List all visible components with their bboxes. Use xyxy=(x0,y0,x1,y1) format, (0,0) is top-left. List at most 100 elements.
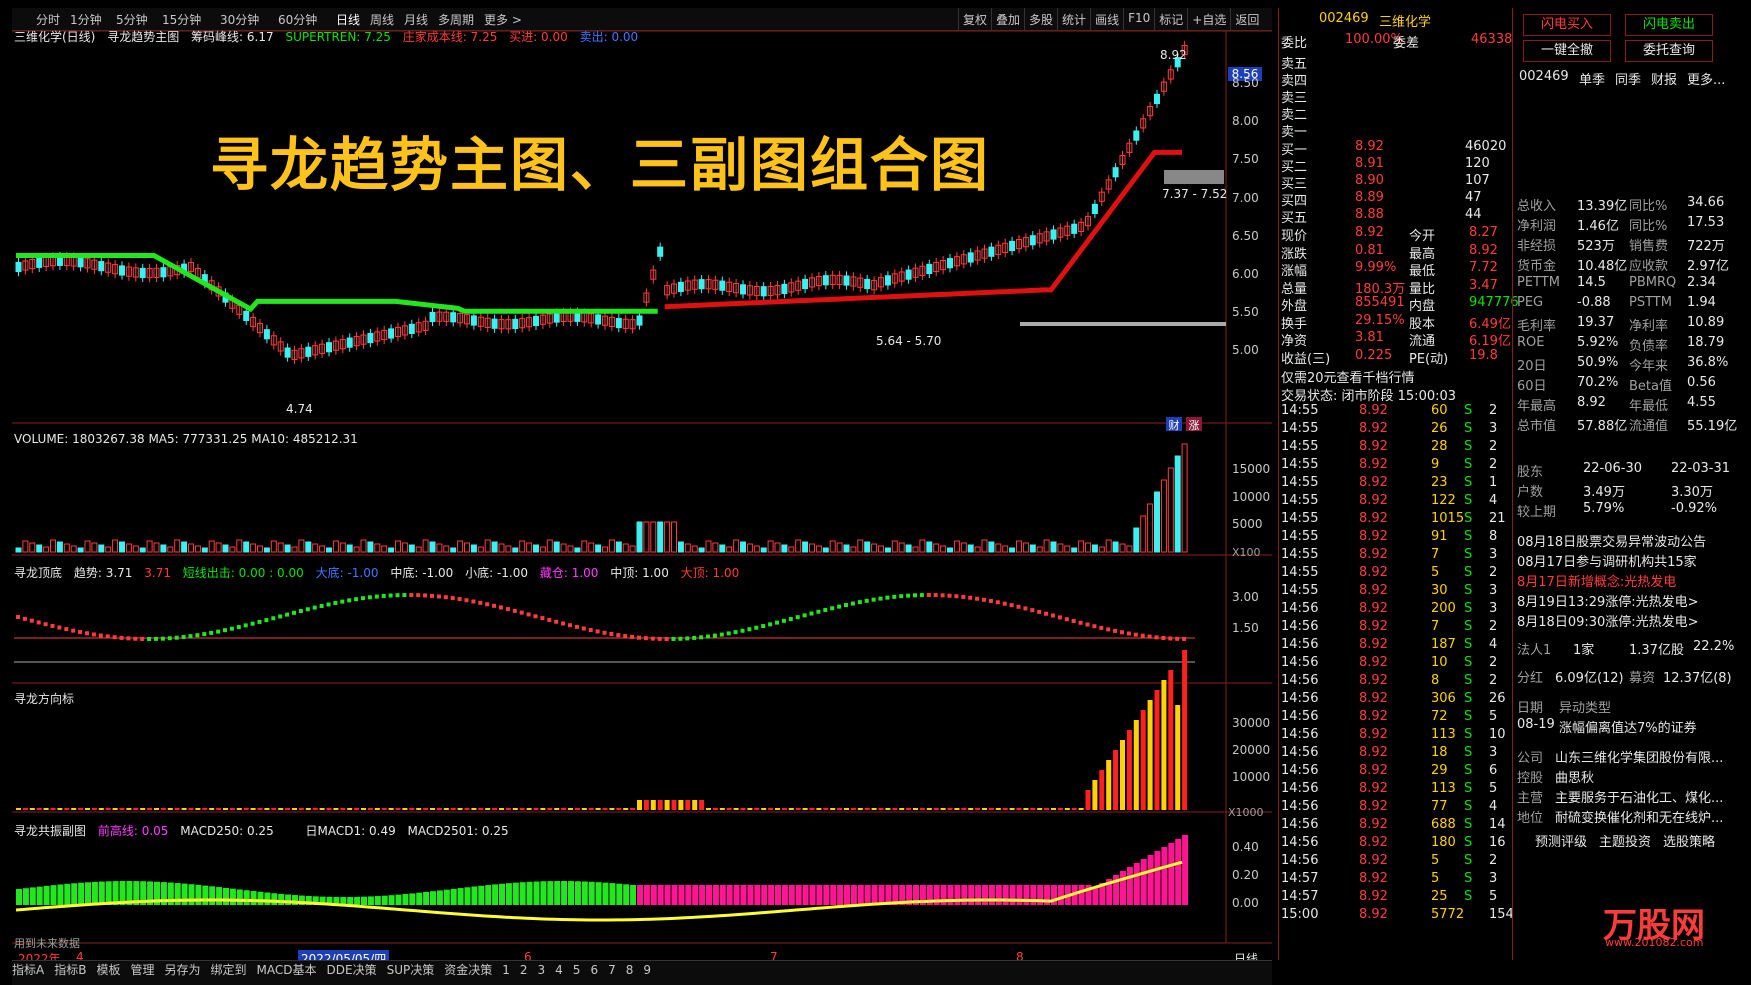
tick-row: 14:57 8.92 25 S 5 xyxy=(1279,888,1511,907)
indicator-tab[interactable]: 6 xyxy=(590,963,598,977)
tick-row: 15:00 8.92 5772 154 xyxy=(1279,906,1514,925)
quote-cell: 14:56 xyxy=(1281,835,1319,850)
indicator-tab[interactable]: 资金决策 xyxy=(444,963,492,977)
resonance-bar xyxy=(857,885,864,905)
watermark-url: www.201082.com xyxy=(1605,936,1704,949)
news-row: 8月18日09:30涨停:光热发电> xyxy=(1517,610,1731,630)
candle-body xyxy=(470,315,477,326)
financial-row: 总收入 13.39亿 同比% 34.66 xyxy=(1517,194,1731,214)
indicator-tab[interactable]: 另存为 xyxy=(164,963,200,977)
dingdi-dot xyxy=(367,595,372,600)
candle-body xyxy=(346,337,353,348)
indicator-tab[interactable]: SUP决策 xyxy=(387,963,435,977)
indicator-name[interactable]: 寻龙趋势主图 xyxy=(107,30,179,44)
dingdi-name[interactable]: 寻龙顶底 xyxy=(14,566,62,580)
direction-info-line[interactable]: 寻龙方向标 xyxy=(14,690,74,707)
indicator-tab[interactable]: 模板 xyxy=(96,963,120,977)
tick-row: 14:57 8.92 5 S 3 xyxy=(1279,870,1511,889)
f10-tab[interactable]: 更多... xyxy=(1687,69,1725,88)
candle-body xyxy=(926,263,933,274)
dingdi-dot xyxy=(1057,615,1062,620)
f10-link[interactable]: 选股策略 xyxy=(1663,831,1715,850)
quote-cell: 19.8 xyxy=(1469,347,1498,363)
resonance-name[interactable]: 寻龙共振副图 xyxy=(14,824,86,838)
direction-bar xyxy=(250,808,256,810)
volume-bar xyxy=(215,542,222,553)
indicator-tab[interactable]: 8 xyxy=(626,963,634,977)
news-item[interactable]: 8月17日新增概念:光热发电 xyxy=(1517,571,1676,590)
news-item[interactable]: 8月18日09:30涨停:光热发电> xyxy=(1517,611,1699,630)
f10-cell: 18.79 xyxy=(1687,335,1725,350)
news-item[interactable]: 8月19日13:29涨停:光热发电> xyxy=(1517,591,1699,610)
indicator-tab[interactable]: 指标A xyxy=(12,963,44,977)
f10-link[interactable]: 预测评级 xyxy=(1535,831,1587,850)
direction-bar xyxy=(885,808,891,810)
f10-tab[interactable]: 财报 xyxy=(1651,69,1677,88)
candle-body xyxy=(905,269,912,280)
volume-bar xyxy=(643,521,650,553)
indicator-tab[interactable]: 指标B xyxy=(54,963,86,977)
dingdi-dot xyxy=(257,619,262,624)
quote-cell: 1 xyxy=(1489,475,1498,490)
tick-row: 14:55 8.92 30 S 3 xyxy=(1279,582,1511,601)
dingdi-dot xyxy=(105,634,110,639)
volume-bar xyxy=(167,546,174,553)
flash-sell-button[interactable]: 闪电卖出 xyxy=(1625,14,1713,36)
flash-buy-button[interactable]: 闪电买入 xyxy=(1523,14,1611,36)
indicator-tab[interactable]: MACD基本 xyxy=(257,963,317,977)
indicator-tab[interactable]: 7 xyxy=(608,963,616,977)
f10-cell: 净利率 xyxy=(1629,319,1669,334)
indicator-tab[interactable]: 2 xyxy=(520,963,528,977)
volume-bar xyxy=(291,546,298,553)
f10-cell: 8.92 xyxy=(1577,395,1606,410)
quote-cell: 8.92 xyxy=(1469,242,1498,258)
direction-bar xyxy=(740,808,746,810)
indicator-tab[interactable]: 管理 xyxy=(130,963,154,977)
zhang-marker[interactable]: 涨 xyxy=(1186,417,1202,432)
dingdi-dot xyxy=(78,629,83,634)
cai-marker[interactable]: 财 xyxy=(1166,417,1182,432)
direction-bar xyxy=(1009,808,1015,810)
direction-bar xyxy=(50,808,56,810)
f10-tab[interactable]: 002469 xyxy=(1519,69,1569,84)
news-item[interactable]: 08月18日股票交易异常波动公告 xyxy=(1517,531,1706,550)
quote-cell: 2 xyxy=(1489,565,1498,580)
news-item[interactable]: 08月17日参与调研机构共15家 xyxy=(1517,551,1697,570)
resonance-bar xyxy=(78,882,85,905)
volume-bar xyxy=(360,539,367,553)
f10-tab[interactable]: 同季 xyxy=(1615,69,1641,88)
indicator-tab[interactable]: 绑定到 xyxy=(211,963,247,977)
resonance-bar xyxy=(216,887,223,905)
indicator-tab[interactable]: 9 xyxy=(643,963,651,977)
cancel-all-button[interactable]: 一键全撤 xyxy=(1523,40,1611,62)
f10-tab[interactable]: 单季 xyxy=(1579,69,1605,88)
direction-bar xyxy=(588,808,594,810)
f10-cell: 山东三维化学集团股份有限... xyxy=(1555,751,1724,766)
f10-cell: 12.37亿(8) xyxy=(1663,671,1732,686)
resonance-bar xyxy=(271,893,278,905)
quote-cell: 8.92 xyxy=(1359,799,1388,814)
candle-body xyxy=(533,315,539,327)
indicator-tab[interactable]: 5 xyxy=(573,963,581,977)
direction-bar xyxy=(554,808,560,810)
indicator-tab[interactable]: DDE决策 xyxy=(327,963,377,977)
dingdi-dot xyxy=(285,612,290,617)
quote-cell: 0.225 xyxy=(1355,347,1393,363)
indicator-tab[interactable]: 3 xyxy=(538,963,546,977)
resonance-bar xyxy=(1154,851,1161,905)
quote-cell: S xyxy=(1464,727,1473,742)
dingdi-dot xyxy=(361,596,365,601)
quote-cell: 8.89 xyxy=(1355,190,1384,205)
f10-link[interactable]: 主题投资 xyxy=(1599,831,1651,850)
direction-bar xyxy=(933,808,939,810)
volume-bar xyxy=(1154,491,1160,553)
dingdi-dot xyxy=(685,636,690,641)
candle-body xyxy=(988,246,995,257)
volume-bar xyxy=(746,543,753,553)
resonance-bar xyxy=(188,884,195,905)
indicator-tab[interactable]: 1 xyxy=(502,963,510,977)
direction-bar xyxy=(278,808,284,810)
direction-bar xyxy=(816,808,822,810)
order-query-button[interactable]: 委托查询 xyxy=(1625,40,1713,62)
indicator-tab[interactable]: 4 xyxy=(555,963,563,977)
